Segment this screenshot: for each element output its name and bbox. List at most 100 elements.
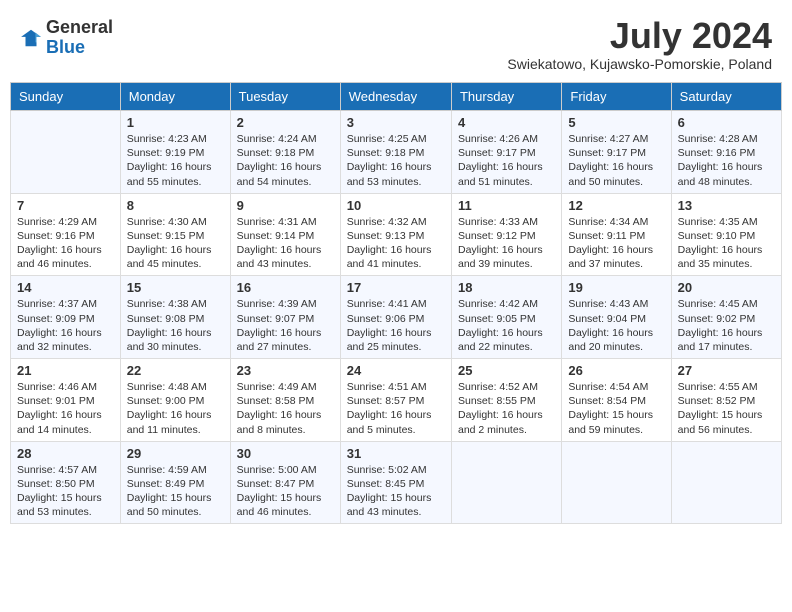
day-number: 6	[678, 115, 775, 130]
calendar-header: SundayMondayTuesdayWednesdayThursdayFrid…	[11, 83, 782, 111]
day-number: 8	[127, 198, 224, 213]
title-area: July 2024 Swiekatowo, Kujawsko-Pomorskie…	[507, 18, 772, 72]
day-cell: 21 Sunrise: 4:46 AMSunset: 9:01 PMDayligh…	[11, 359, 121, 442]
day-header-wednesday: Wednesday	[340, 83, 451, 111]
day-number: 13	[678, 198, 775, 213]
day-number: 17	[347, 280, 445, 295]
day-number: 27	[678, 363, 775, 378]
day-info: Sunrise: 4:35 AMSunset: 9:10 PMDaylight:…	[678, 215, 775, 272]
day-info: Sunrise: 4:28 AMSunset: 9:16 PMDaylight:…	[678, 132, 775, 189]
day-number: 2	[237, 115, 334, 130]
week-row-4: 21 Sunrise: 4:46 AMSunset: 9:01 PMDayligh…	[11, 359, 782, 442]
subtitle: Swiekatowo, Kujawsko-Pomorskie, Poland	[507, 56, 772, 72]
day-cell: 25Sunrise: 4:52 AMSunset: 8:55 PMDayligh…	[451, 359, 561, 442]
day-number: 9	[237, 198, 334, 213]
day-cell: 3 Sunrise: 4:25 AMSunset: 9:18 PMDaylight…	[340, 111, 451, 194]
day-cell: 2 Sunrise: 4:24 AMSunset: 9:18 PMDaylight…	[230, 111, 340, 194]
day-info: Sunrise: 4:42 AMSunset: 9:05 PMDaylight:…	[458, 297, 555, 354]
day-info: Sunrise: 4:26 AMSunset: 9:17 PMDaylight:…	[458, 132, 555, 189]
day-cell: 26Sunrise: 4:54 AMSunset: 8:54 PMDayligh…	[562, 359, 671, 442]
day-cell: 8 Sunrise: 4:30 AMSunset: 9:15 PMDaylight…	[120, 193, 230, 276]
day-info: Sunrise: 4:37 AMSunset: 9:09 PMDaylight:…	[17, 297, 114, 354]
day-info: Sunrise: 5:02 AMSunset: 8:45 PMDaylight:…	[347, 463, 445, 520]
day-number: 29	[127, 446, 224, 461]
day-info: Sunrise: 4:57 AMSunset: 8:50 PMDaylight:…	[17, 463, 114, 520]
logo-blue: Blue	[46, 37, 85, 57]
day-number: 10	[347, 198, 445, 213]
day-number: 1	[127, 115, 224, 130]
day-info: Sunrise: 4:46 AMSunset: 9:01 PMDaylight:…	[17, 380, 114, 437]
day-header-saturday: Saturday	[671, 83, 781, 111]
day-cell: 7Sunrise: 4:29 AMSunset: 9:16 PMDaylight…	[11, 193, 121, 276]
day-number: 5	[568, 115, 664, 130]
calendar-table: SundayMondayTuesdayWednesdayThursdayFrid…	[10, 82, 782, 524]
day-number: 11	[458, 198, 555, 213]
day-cell: 6 Sunrise: 4:28 AMSunset: 9:16 PMDaylight…	[671, 111, 781, 194]
day-number: 22	[127, 363, 224, 378]
day-info: Sunrise: 4:33 AMSunset: 9:12 PMDaylight:…	[458, 215, 555, 272]
day-info: Sunrise: 4:43 AMSunset: 9:04 PMDaylight:…	[568, 297, 664, 354]
day-cell: 22 Sunrise: 4:48 AMSunset: 9:00 PMDayligh…	[120, 359, 230, 442]
week-row-2: 7Sunrise: 4:29 AMSunset: 9:16 PMDaylight…	[11, 193, 782, 276]
logo-text: General Blue	[46, 18, 113, 58]
day-cell: 11 Sunrise: 4:33 AMSunset: 9:12 PMDayligh…	[451, 193, 561, 276]
day-info: Sunrise: 5:00 AMSunset: 8:47 PMDaylight:…	[237, 463, 334, 520]
day-number: 28	[17, 446, 114, 461]
day-number: 31	[347, 446, 445, 461]
day-cell: 15Sunrise: 4:38 AMSunset: 9:08 PMDayligh…	[120, 276, 230, 359]
week-row-5: 28 Sunrise: 4:57 AMSunset: 8:50 PMDayligh…	[11, 441, 782, 524]
day-info: Sunrise: 4:51 AMSunset: 8:57 PMDaylight:…	[347, 380, 445, 437]
day-cell	[11, 111, 121, 194]
day-info: Sunrise: 4:41 AMSunset: 9:06 PMDaylight:…	[347, 297, 445, 354]
day-cell: 10Sunrise: 4:32 AMSunset: 9:13 PMDayligh…	[340, 193, 451, 276]
logo-icon	[20, 27, 42, 49]
day-header-sunday: Sunday	[11, 83, 121, 111]
day-cell: 16Sunrise: 4:39 AMSunset: 9:07 PMDayligh…	[230, 276, 340, 359]
day-header-tuesday: Tuesday	[230, 83, 340, 111]
day-number: 12	[568, 198, 664, 213]
header: General Blue July 2024 Swiekatowo, Kujaw…	[10, 10, 782, 76]
week-row-1: 1Sunrise: 4:23 AMSunset: 9:19 PMDaylight…	[11, 111, 782, 194]
day-info: Sunrise: 4:30 AMSunset: 9:15 PMDaylight:…	[127, 215, 224, 272]
month-title: July 2024	[507, 18, 772, 54]
day-cell: 27Sunrise: 4:55 AMSunset: 8:52 PMDayligh…	[671, 359, 781, 442]
week-row-3: 14Sunrise: 4:37 AMSunset: 9:09 PMDayligh…	[11, 276, 782, 359]
day-cell	[451, 441, 561, 524]
day-number: 21	[17, 363, 114, 378]
day-header-thursday: Thursday	[451, 83, 561, 111]
day-number: 3	[347, 115, 445, 130]
day-cell: 30 Sunrise: 5:00 AMSunset: 8:47 PMDayligh…	[230, 441, 340, 524]
day-info: Sunrise: 4:34 AMSunset: 9:11 PMDaylight:…	[568, 215, 664, 272]
logo-general: General	[46, 17, 113, 37]
day-number: 19	[568, 280, 664, 295]
day-info: Sunrise: 4:52 AMSunset: 8:55 PMDaylight:…	[458, 380, 555, 437]
day-cell: 5 Sunrise: 4:27 AMSunset: 9:17 PMDaylight…	[562, 111, 671, 194]
day-cell: 31 Sunrise: 5:02 AMSunset: 8:45 PMDayligh…	[340, 441, 451, 524]
day-cell	[562, 441, 671, 524]
day-header-friday: Friday	[562, 83, 671, 111]
day-cell: 13 Sunrise: 4:35 AMSunset: 9:10 PMDayligh…	[671, 193, 781, 276]
day-info: Sunrise: 4:27 AMSunset: 9:17 PMDaylight:…	[568, 132, 664, 189]
day-info: Sunrise: 4:48 AMSunset: 9:00 PMDaylight:…	[127, 380, 224, 437]
calendar-body: 1Sunrise: 4:23 AMSunset: 9:19 PMDaylight…	[11, 111, 782, 524]
day-number: 4	[458, 115, 555, 130]
day-info: Sunrise: 4:54 AMSunset: 8:54 PMDaylight:…	[568, 380, 664, 437]
day-number: 23	[237, 363, 334, 378]
day-header-monday: Monday	[120, 83, 230, 111]
day-info: Sunrise: 4:24 AMSunset: 9:18 PMDaylight:…	[237, 132, 334, 189]
day-number: 7	[17, 198, 114, 213]
day-info: Sunrise: 4:49 AMSunset: 8:58 PMDaylight:…	[237, 380, 334, 437]
day-number: 30	[237, 446, 334, 461]
day-info: Sunrise: 4:45 AMSunset: 9:02 PMDaylight:…	[678, 297, 775, 354]
day-number: 18	[458, 280, 555, 295]
day-info: Sunrise: 4:31 AMSunset: 9:14 PMDaylight:…	[237, 215, 334, 272]
day-info: Sunrise: 4:25 AMSunset: 9:18 PMDaylight:…	[347, 132, 445, 189]
day-cell: 4 Sunrise: 4:26 AMSunset: 9:17 PMDaylight…	[451, 111, 561, 194]
day-cell: 18 Sunrise: 4:42 AMSunset: 9:05 PMDayligh…	[451, 276, 561, 359]
day-number: 15	[127, 280, 224, 295]
header-row: SundayMondayTuesdayWednesdayThursdayFrid…	[11, 83, 782, 111]
day-info: Sunrise: 4:39 AMSunset: 9:07 PMDaylight:…	[237, 297, 334, 354]
day-cell: 19 Sunrise: 4:43 AMSunset: 9:04 PMDayligh…	[562, 276, 671, 359]
day-cell: 28 Sunrise: 4:57 AMSunset: 8:50 PMDayligh…	[11, 441, 121, 524]
day-cell: 1Sunrise: 4:23 AMSunset: 9:19 PMDaylight…	[120, 111, 230, 194]
